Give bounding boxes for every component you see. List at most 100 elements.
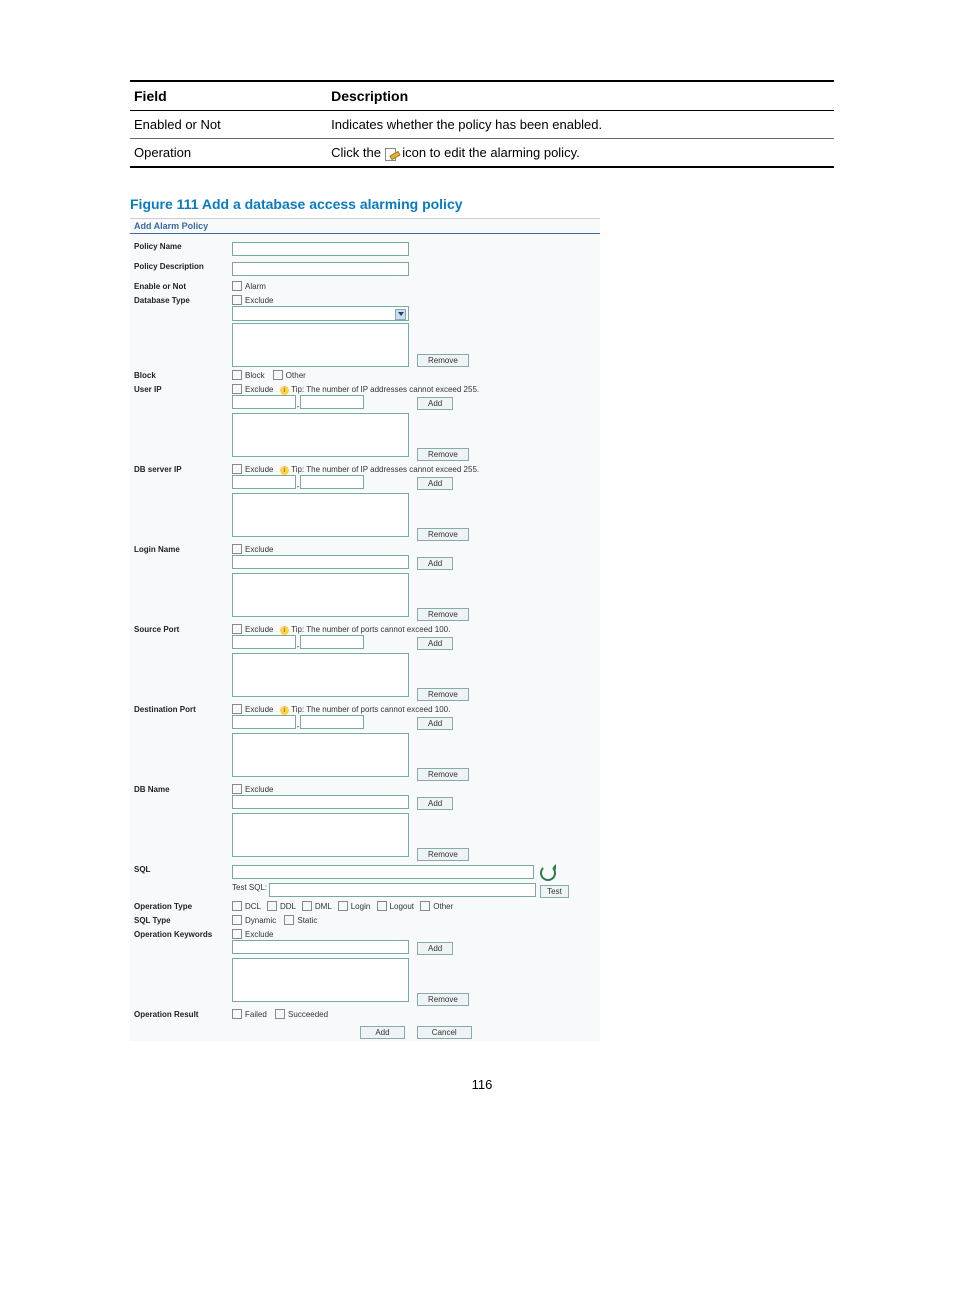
field-cell: Operation — [130, 139, 327, 168]
block-other-checkbox[interactable] — [273, 370, 283, 380]
db-type-select[interactable] — [232, 306, 409, 321]
chk-exclude: Exclude — [245, 625, 273, 634]
login-checkbox[interactable] — [338, 901, 348, 911]
reload-icon[interactable] — [540, 865, 556, 881]
login-name-input[interactable] — [232, 555, 409, 569]
desc-cell: Click the icon to edit the alarming poli… — [327, 139, 834, 168]
chk-exclude: Exclude — [245, 786, 273, 795]
db-server-ip-add-button[interactable]: Add — [417, 477, 453, 490]
label-db-name: DB Name — [130, 783, 228, 863]
field-cell: Enabled or Not — [130, 111, 327, 139]
source-port-list[interactable] — [232, 653, 409, 697]
user-ip-to-input[interactable] — [300, 395, 364, 409]
login-name-add-button[interactable]: Add — [417, 557, 453, 570]
chk-login: Login — [351, 903, 371, 912]
info-icon: i — [280, 386, 289, 395]
chk-dcl: DCL — [245, 903, 261, 912]
form-title: Add Alarm Policy — [130, 219, 600, 234]
dynamic-checkbox[interactable] — [232, 915, 242, 925]
user-ip-remove-button[interactable]: Remove — [417, 448, 469, 461]
db-name-input[interactable] — [232, 795, 409, 809]
label-test-sql: Test SQL: — [232, 883, 267, 898]
user-ip-exclude-checkbox[interactable] — [232, 384, 242, 394]
db-server-ip-remove-button[interactable]: Remove — [417, 528, 469, 541]
db-name-remove-button[interactable]: Remove — [417, 848, 469, 861]
ddl-checkbox[interactable] — [267, 901, 277, 911]
dest-port-exclude-checkbox[interactable] — [232, 704, 242, 714]
col-field: Field — [130, 81, 327, 111]
db-type-list[interactable] — [232, 323, 409, 367]
edit-icon — [385, 148, 399, 160]
test-sql-input[interactable] — [269, 883, 536, 897]
db-name-list[interactable] — [232, 813, 409, 857]
op-kw-add-button[interactable]: Add — [417, 942, 453, 955]
test-button[interactable]: Test — [540, 885, 569, 898]
source-port-remove-button[interactable]: Remove — [417, 688, 469, 701]
chk-ddl: DDL — [280, 903, 296, 912]
form-cancel-button[interactable]: Cancel — [417, 1026, 472, 1039]
chk-other: Other — [286, 371, 306, 380]
source-port-add-button[interactable]: Add — [417, 637, 453, 650]
db-server-ip-to-input[interactable] — [300, 475, 364, 489]
chk-exclude: Exclude — [245, 705, 273, 714]
db-name-add-button[interactable]: Add — [417, 797, 453, 810]
db-type-exclude-checkbox[interactable] — [232, 295, 242, 305]
page-number: 116 — [130, 1077, 834, 1092]
user-ip-list[interactable] — [232, 413, 409, 457]
optype-other-checkbox[interactable] — [420, 901, 430, 911]
label-policy-name: Policy Name — [130, 240, 228, 260]
label-op-kw: Operation Keywords — [130, 928, 228, 1008]
user-ip-from-input[interactable] — [232, 395, 296, 409]
source-port-from-input[interactable] — [232, 635, 296, 649]
figure-caption: Figure 111 Add a database access alarmin… — [130, 196, 834, 212]
logout-checkbox[interactable] — [377, 901, 387, 911]
chk-block: Block — [245, 371, 265, 380]
db-type-remove-button[interactable]: Remove — [417, 354, 469, 367]
label-sql: SQL — [130, 863, 228, 900]
op-kw-input[interactable] — [232, 940, 409, 954]
login-name-exclude-checkbox[interactable] — [232, 544, 242, 554]
user-ip-add-button[interactable]: Add — [417, 397, 453, 410]
dest-port-to-input[interactable] — [300, 715, 364, 729]
login-name-list[interactable] — [232, 573, 409, 617]
block-checkbox[interactable] — [232, 370, 242, 380]
static-checkbox[interactable] — [284, 915, 294, 925]
login-name-remove-button[interactable]: Remove — [417, 608, 469, 621]
dest-port-remove-button[interactable]: Remove — [417, 768, 469, 781]
chk-exclude: Exclude — [245, 385, 273, 394]
db-name-exclude-checkbox[interactable] — [232, 784, 242, 794]
op-kw-remove-button[interactable]: Remove — [417, 993, 469, 1006]
dest-port-add-button[interactable]: Add — [417, 717, 453, 730]
label-sql-type: SQL Type — [130, 914, 228, 928]
chk-logout: Logout — [390, 903, 414, 912]
source-port-exclude-checkbox[interactable] — [232, 624, 242, 634]
op-kw-list[interactable] — [232, 958, 409, 1002]
dest-port-list[interactable] — [232, 733, 409, 777]
desc-cell: Indicates whether the policy has been en… — [327, 111, 834, 139]
chk-exclude: Exclude — [245, 296, 273, 305]
db-server-ip-list[interactable] — [232, 493, 409, 537]
form-add-button[interactable]: Add — [360, 1026, 404, 1039]
sql-input[interactable] — [232, 865, 534, 879]
chk-succeeded: Succeeded — [288, 1011, 328, 1020]
op-kw-exclude-checkbox[interactable] — [232, 929, 242, 939]
alarm-checkbox[interactable] — [232, 281, 242, 291]
info-icon: i — [280, 626, 289, 635]
label-block: Block — [130, 369, 228, 383]
dml-checkbox[interactable] — [302, 901, 312, 911]
chevron-down-icon — [398, 312, 404, 316]
db-server-ip-from-input[interactable] — [232, 475, 296, 489]
failed-checkbox[interactable] — [232, 1009, 242, 1019]
source-port-to-input[interactable] — [300, 635, 364, 649]
dest-port-from-input[interactable] — [232, 715, 296, 729]
table-row: Enabled or Not Indicates whether the pol… — [130, 111, 834, 139]
db-server-ip-exclude-checkbox[interactable] — [232, 464, 242, 474]
chk-dml: DML — [315, 903, 332, 912]
policy-desc-input[interactable] — [232, 262, 409, 276]
dcl-checkbox[interactable] — [232, 901, 242, 911]
field-description-table: Field Description Enabled or Not Indicat… — [130, 80, 834, 168]
desc-after: icon to edit the alarming policy. — [402, 145, 580, 160]
policy-name-input[interactable] — [232, 242, 409, 256]
succeeded-checkbox[interactable] — [275, 1009, 285, 1019]
label-op-result: Operation Result — [130, 1008, 228, 1022]
